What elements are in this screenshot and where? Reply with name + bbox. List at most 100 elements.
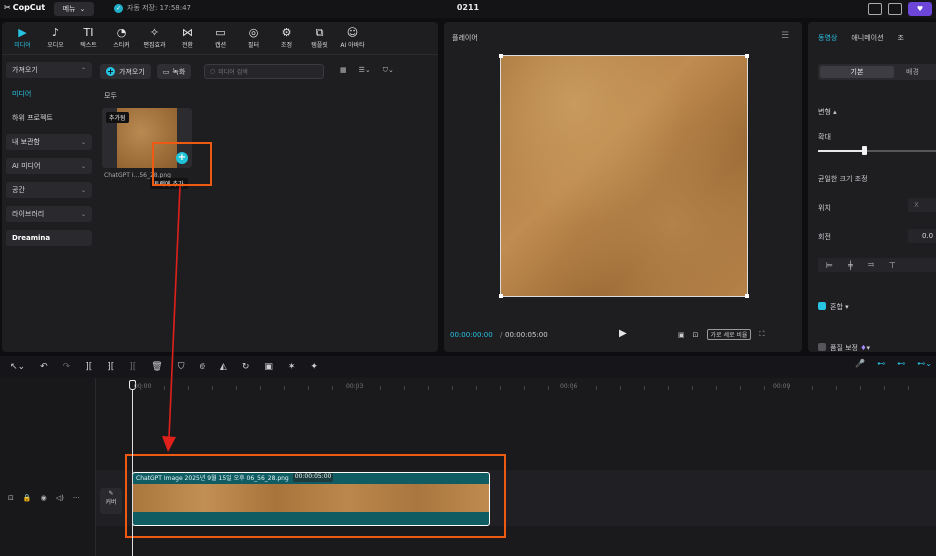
grid-view-icon[interactable]: ▦ — [340, 66, 347, 75]
resize-handle[interactable] — [745, 294, 749, 298]
ruler-tick — [500, 386, 501, 390]
redo-icon[interactable]: ↷ — [63, 362, 71, 372]
split-left-icon[interactable]: ⁆[ — [107, 362, 114, 372]
tab-video[interactable]: 동영상 — [818, 33, 837, 43]
mirror-icon[interactable]: ◭ — [220, 362, 227, 372]
chevron-up-icon: ▴ — [833, 108, 837, 116]
record-button[interactable]: ▭ 녹화 — [156, 64, 192, 79]
align-top-icon[interactable]: ⊤ — [889, 261, 896, 270]
magic-icon[interactable]: ✶ — [288, 362, 296, 372]
record-label: 녹화 — [172, 67, 186, 76]
magnet-icon[interactable]: ⊷ — [897, 359, 905, 368]
ruler-tick — [548, 386, 549, 390]
background-tab[interactable]: 배경 — [906, 67, 919, 77]
tool-tab-6[interactable]: ▭ 캡션 — [204, 22, 237, 54]
transform-section[interactable]: 변형 ▴ — [818, 107, 837, 117]
sidebar-item-1[interactable]: 미디어 — [6, 86, 92, 102]
lock-icon[interactable]: 🔒 — [23, 494, 32, 502]
split-icon[interactable]: ][ — [85, 362, 92, 372]
sidebar-item-0[interactable]: 가져오기 ⌃ — [6, 62, 92, 78]
align-right-icon[interactable]: ⫤ — [868, 260, 874, 270]
sidebar-item-3[interactable]: 내 보관함 ⌄ — [6, 134, 92, 150]
ruler-tick — [380, 386, 381, 390]
premium-button[interactable]: ♥ — [908, 2, 932, 16]
scale-slider-handle[interactable] — [862, 146, 867, 155]
sidebar-item-6[interactable]: 라이브러리 ⌄ — [6, 206, 92, 222]
import-button[interactable]: + 가져오기 — [100, 64, 151, 79]
tool-tab-0[interactable]: ▶ 미디어 — [6, 22, 39, 54]
auto-cut-icon[interactable]: ✦ — [310, 362, 318, 372]
tab-animation[interactable]: 애니메이션 — [851, 33, 883, 43]
select-tool-icon[interactable]: ↖⌄ — [10, 362, 25, 372]
marker-icon[interactable]: ⛉ — [178, 362, 185, 372]
rotation-field[interactable]: 0.0 — [908, 229, 936, 243]
sidebar-item-2[interactable]: 하위 프로젝트 — [6, 110, 92, 126]
sidebar-item-7[interactable]: Dreamina — [6, 230, 92, 246]
safe-area-icon[interactable]: ▣ — [678, 331, 685, 339]
aspect-ratio-button[interactable]: 가로 세로 비율 — [706, 329, 752, 340]
tool-tab-3[interactable]: ◔ 스티커 — [105, 22, 138, 54]
filter-icon[interactable]: ⛉⌄ — [383, 66, 394, 75]
checkbox-icon — [818, 343, 826, 351]
player-title: 플레이어 — [452, 34, 478, 42]
quality-toggle[interactable]: 품질 보정 ♦▾ — [818, 343, 870, 353]
snap-icon[interactable]: ⊷⌄ — [917, 359, 932, 368]
delete-icon[interactable]: 🗑 — [151, 362, 162, 372]
blend-toggle[interactable]: 혼합 ▾ — [818, 302, 849, 312]
highlight-box-clip — [125, 454, 506, 538]
sort-icon[interactable]: ☰⌄ — [359, 66, 371, 75]
chevron-icon: ⌄ — [80, 138, 86, 146]
position-x-field[interactable]: X — [908, 198, 936, 212]
media-search-input[interactable]: ○ 미디어 검색 — [204, 64, 324, 79]
fullscreen-icon[interactable]: ⛶ — [759, 330, 764, 339]
ruler-tick — [572, 386, 573, 390]
chevron-icon: ⌄ — [80, 210, 86, 218]
hd-icon[interactable]: ▣ — [264, 362, 273, 372]
undo-icon[interactable]: ↶ — [40, 362, 48, 372]
tool-tab-1[interactable]: ♪ 오디오 — [39, 22, 72, 54]
tool-tab-10[interactable]: ☺ AI 아바타 — [336, 22, 369, 54]
play-button[interactable]: ▶ — [619, 328, 627, 339]
keyboard-icon[interactable] — [888, 3, 902, 15]
split-right-icon[interactable]: ]⁅ — [129, 362, 136, 372]
ruler-tick — [428, 386, 429, 390]
ruler-tick — [836, 386, 837, 390]
basic-tab[interactable]: 기본 — [820, 66, 894, 78]
playhead[interactable] — [132, 386, 133, 556]
tool-tab-4[interactable]: ✧ 편집효과 — [138, 22, 171, 54]
more-icon[interactable]: ··· — [73, 494, 80, 502]
template-icon: ⧉ — [315, 26, 324, 39]
player-menu-icon[interactable]: ☰ — [781, 31, 789, 41]
cover-button[interactable]: ✎ 커버 — [100, 488, 122, 514]
tool-tab-8[interactable]: ⚙ 조정 — [270, 22, 303, 54]
resize-handle[interactable] — [499, 294, 503, 298]
tool-tab-5[interactable]: ⋈ 전환 — [171, 22, 204, 54]
ruler-tick — [908, 386, 909, 390]
preview-canvas[interactable] — [499, 54, 749, 298]
visibility-icon[interactable]: ◉ — [41, 494, 47, 502]
resize-handle[interactable] — [499, 54, 503, 58]
rotate-icon[interactable]: ↻ — [242, 362, 250, 372]
fit-icon[interactable]: ⊡ — [693, 331, 699, 339]
ruler-tick-label: 00:06 — [560, 383, 578, 390]
resize-handle[interactable] — [745, 54, 749, 58]
plus-icon: + — [106, 67, 115, 76]
tool-tab-7[interactable]: ◎ 필터 — [237, 22, 270, 54]
align-left-icon[interactable]: ⊨ — [826, 261, 833, 270]
ruler-tick — [788, 386, 789, 390]
sidebar-item-4[interactable]: AI 미디어 ⌄ — [6, 158, 92, 174]
volume-icon[interactable]: ◁) — [56, 494, 64, 502]
link-icon[interactable]: ⊷ — [877, 359, 885, 368]
align-center-icon[interactable]: ╪ — [848, 261, 853, 270]
tool-tab-label: 조정 — [280, 42, 293, 49]
added-badge: 추가됨 — [106, 112, 129, 123]
crop-icon[interactable]: ⟃ — [199, 362, 204, 372]
sidebar-item-5[interactable]: 공간 ⌄ — [6, 182, 92, 198]
tool-tab-2[interactable]: TI 텍스트 — [72, 22, 105, 54]
layout-icon[interactable] — [868, 3, 882, 15]
microphone-icon[interactable]: 🎤 — [855, 359, 865, 368]
time-ruler[interactable] — [96, 378, 936, 394]
tool-tab-label: 캡션 — [214, 42, 227, 49]
tool-tab-9[interactable]: ⧉ 템플릿 — [303, 22, 336, 54]
tab-adjust[interactable]: 조 — [898, 33, 904, 43]
